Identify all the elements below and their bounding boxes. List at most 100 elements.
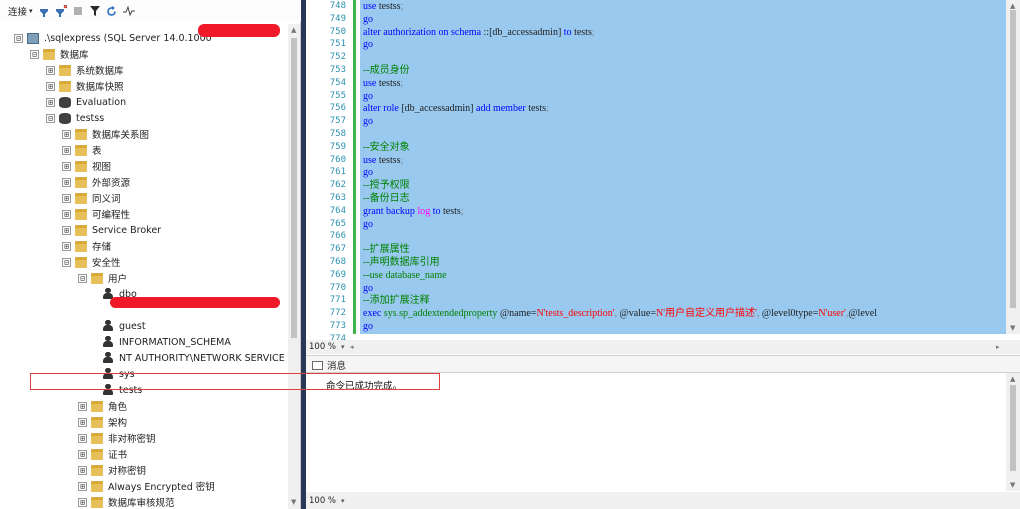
code-line[interactable]: --扩展属性	[363, 244, 410, 257]
results-scroll-down-icon[interactable]: ▼	[1010, 481, 1015, 489]
tree-node[interactable]: ⊞ 对称密钥	[78, 462, 146, 478]
filter-icon[interactable]	[89, 3, 101, 19]
editor-zoom-dropdown-icon[interactable]: ▾	[341, 343, 345, 351]
code-line[interactable]: use testss;	[363, 155, 403, 168]
collapse-icon[interactable]: ⊟	[46, 113, 55, 123]
tree-node[interactable]: ⊞ 证书	[78, 446, 127, 462]
tree-node[interactable]: ⊞ 视图	[62, 158, 111, 174]
code-line[interactable]: --成员身份	[363, 65, 410, 78]
tree-node[interactable]: ⊞ 架构	[78, 414, 127, 430]
code-line[interactable]: go	[363, 219, 373, 232]
collapse-icon[interactable]: ⊟	[62, 257, 71, 267]
tree-node[interactable]: ⊞ 数据库审核规范	[78, 494, 175, 509]
expand-icon[interactable]: ⊞	[78, 497, 87, 507]
expand-icon[interactable]: ⊞	[62, 193, 71, 203]
code-line[interactable]: alter role [db_accessadmin] add member t…	[363, 103, 549, 116]
code-line[interactable]: --授予权限	[363, 180, 410, 193]
tree-node[interactable]: ⊞ 数据库快照	[46, 78, 124, 94]
expand-icon[interactable]: ⊞	[78, 449, 87, 459]
code-line[interactable]: --安全对象	[363, 142, 410, 155]
code-line[interactable]: go	[363, 321, 373, 334]
tab-messages[interactable]: 消息	[312, 358, 346, 372]
results-zoom-dropdown-icon[interactable]: ▾	[341, 497, 345, 505]
collapse-icon[interactable]: ⊟	[14, 33, 23, 43]
scroll-up-icon[interactable]: ▲	[291, 26, 296, 34]
code-line[interactable]: use testss;	[363, 78, 403, 91]
results-scrollbar[interactable]: ▲ ▼	[1006, 373, 1020, 491]
expand-icon[interactable]: ⊞	[62, 161, 71, 171]
query-editor[interactable]: 748 749 750 751 752 753 754 755 756 757 758 759 760 7…	[306, 0, 1020, 354]
tree-node[interactable]: ⊟ 安全性	[62, 254, 121, 270]
tree-node[interactable]: ⊟ 数据库	[30, 46, 89, 62]
expand-icon[interactable]: ⊞	[62, 209, 71, 219]
tree-node[interactable]: guest	[102, 318, 146, 334]
code-line[interactable]: use testss;	[363, 1, 403, 14]
expand-icon[interactable]: ⊞	[78, 401, 87, 411]
editor-scroll-thumb[interactable]	[1010, 10, 1016, 308]
expand-icon[interactable]: ⊞	[78, 465, 87, 475]
code-line[interactable]: go	[363, 91, 373, 104]
code-line[interactable]: go	[363, 116, 373, 129]
expand-icon[interactable]: ⊞	[62, 225, 71, 235]
tree-node[interactable]: ⊞ 非对称密钥	[78, 430, 156, 446]
tree-node[interactable]: ⊞ Evaluation	[46, 94, 126, 110]
editor-scroll-down-icon[interactable]: ▼	[1010, 324, 1015, 332]
collapse-icon[interactable]: ⊟	[78, 273, 87, 283]
explorer-scroll-thumb[interactable]	[291, 38, 297, 338]
editor-scrollbar[interactable]: ▲ ▼	[1006, 0, 1020, 334]
refresh-icon[interactable]	[106, 3, 118, 19]
code-line[interactable]: go	[363, 283, 373, 296]
tree-node[interactable]: ⊟ 用户	[78, 270, 127, 286]
tree-node[interactable]: ⊞ 表	[62, 142, 102, 158]
results-zoom-select[interactable]: 100 % ▾	[306, 496, 345, 506]
code-line[interactable]: --use database_name	[363, 270, 447, 283]
tree-node[interactable]: INFORMATION_SCHEMA	[102, 334, 231, 350]
code-line[interactable]: --备份日志	[363, 193, 410, 206]
expand-icon[interactable]: ⊞	[46, 81, 55, 91]
tree-node[interactable]: ⊞ 角色	[78, 398, 127, 414]
tree-node[interactable]: ⊞ Always Encrypted 密钥	[78, 478, 215, 494]
editor-scroll-up-icon[interactable]: ▲	[1010, 2, 1015, 10]
explorer-scrollbar[interactable]: ▲ ▼	[288, 24, 300, 509]
tree-node[interactable]: ⊟ .\sqlexpress (SQL Server 14.0.1000	[14, 30, 212, 46]
tree-node[interactable]: NT AUTHORITY\NETWORK SERVICE	[102, 350, 285, 366]
expand-icon[interactable]: ⊞	[46, 65, 55, 75]
connect-button[interactable]: 连接 ▾	[8, 3, 33, 19]
expand-icon[interactable]: ⊞	[62, 129, 71, 139]
hscroll-left-icon[interactable]: ◂	[350, 343, 354, 351]
code-line[interactable]: go	[363, 14, 373, 27]
editor-zoom-select[interactable]: 100 % ▾	[306, 342, 345, 352]
tree-node[interactable]: ⊞ 可编程性	[62, 206, 130, 222]
hscroll-right-icon[interactable]: ▸	[996, 343, 1000, 351]
code-line[interactable]: go	[363, 39, 373, 52]
code-line[interactable]: go	[363, 167, 373, 180]
code-area[interactable]: use testss; go alter authorization on sche…	[360, 0, 1006, 334]
results-scroll-thumb[interactable]	[1010, 385, 1016, 471]
code-line[interactable]: --声明数据库引用	[363, 257, 440, 270]
scroll-down-icon[interactable]: ▼	[291, 498, 296, 506]
expand-icon[interactable]: ⊞	[78, 433, 87, 443]
tree-node[interactable]: ⊞ 数据库关系图	[62, 126, 149, 142]
expand-icon[interactable]: ⊞	[62, 145, 71, 155]
tree-node[interactable]: ⊞ Service Broker	[62, 222, 161, 238]
stop-icon[interactable]	[72, 3, 84, 19]
expand-icon[interactable]: ⊞	[62, 177, 71, 187]
tree-node[interactable]: ⊞ 系统数据库	[46, 62, 124, 78]
expand-icon[interactable]: ⊞	[46, 97, 55, 107]
code-line[interactable]: grant backup log to tests;	[363, 206, 464, 219]
code-line[interactable]: exec sys.sp_addextendedproperty @name=N'…	[363, 308, 877, 321]
tree-node[interactable]: ⊞ 同义词	[62, 190, 121, 206]
tree-node[interactable]: ⊞ 外部资源	[62, 174, 130, 190]
code-line[interactable]: alter authorization on schema ::[db_acce…	[363, 27, 595, 40]
connect-icon[interactable]	[38, 3, 50, 19]
expand-icon[interactable]: ⊞	[78, 417, 87, 427]
expand-icon[interactable]: ⊞	[78, 481, 87, 491]
activity-monitor-icon[interactable]	[122, 3, 135, 19]
collapse-icon[interactable]: ⊟	[30, 49, 39, 59]
tree-node[interactable]: ⊞ 存储	[62, 238, 111, 254]
expand-icon[interactable]: ⊞	[62, 241, 71, 251]
disconnect-icon[interactable]	[55, 3, 67, 19]
results-scroll-up-icon[interactable]: ▲	[1010, 375, 1015, 383]
tree-node[interactable]: ⊟ testss	[46, 110, 104, 126]
code-line[interactable]: --添加扩展注释	[363, 295, 430, 308]
